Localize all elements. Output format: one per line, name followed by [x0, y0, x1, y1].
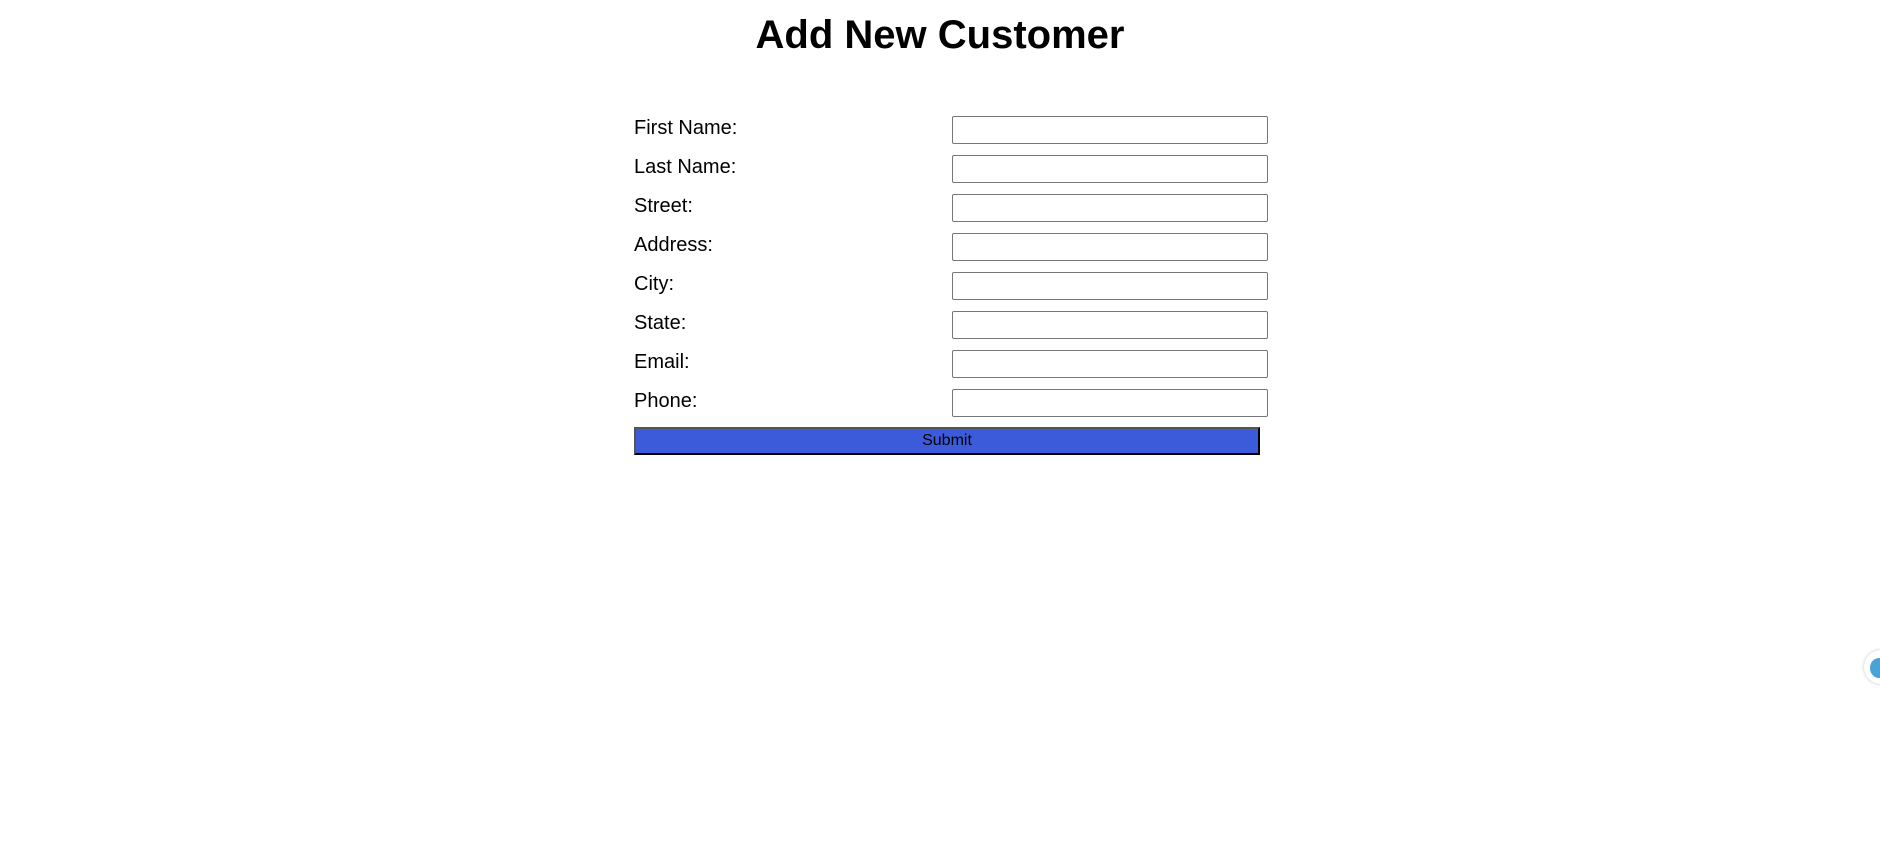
phone-label: Phone: — [634, 390, 698, 412]
address-label: Address: — [634, 234, 713, 256]
first-name-label: First Name: — [634, 117, 738, 139]
form-row-first-name: First Name: — [634, 115, 1270, 154]
state-input[interactable] — [952, 311, 1268, 339]
submit-button[interactable]: Submit — [634, 427, 1260, 455]
email-input[interactable] — [952, 350, 1268, 378]
city-label: City: — [634, 273, 674, 295]
phone-input[interactable] — [952, 389, 1268, 417]
form-row-phone: Phone: — [634, 388, 1270, 427]
form-row-address: Address: — [634, 232, 1270, 271]
form-row-email: Email: — [634, 349, 1270, 388]
last-name-label: Last Name: — [634, 156, 737, 178]
street-input[interactable] — [952, 194, 1268, 222]
last-name-input[interactable] — [952, 155, 1268, 183]
add-customer-form: First Name: Last Name: Street: Address: … — [634, 115, 1270, 455]
floating-widget-button[interactable] — [1864, 650, 1880, 684]
address-input[interactable] — [952, 233, 1268, 261]
form-row-last-name: Last Name: — [634, 154, 1270, 193]
email-label: Email: — [634, 351, 690, 373]
floating-widget-icon — [1870, 658, 1880, 678]
page-title: Add New Customer — [755, 13, 1125, 57]
city-input[interactable] — [952, 272, 1268, 300]
first-name-input[interactable] — [952, 116, 1268, 144]
form-row-state: State: — [634, 310, 1270, 349]
street-label: Street: — [634, 195, 693, 217]
form-row-street: Street: — [634, 193, 1270, 232]
page: Add New Customer First Name: Last Name: … — [0, 0, 1880, 862]
state-label: State: — [634, 312, 687, 334]
form-row-city: City: — [634, 271, 1270, 310]
